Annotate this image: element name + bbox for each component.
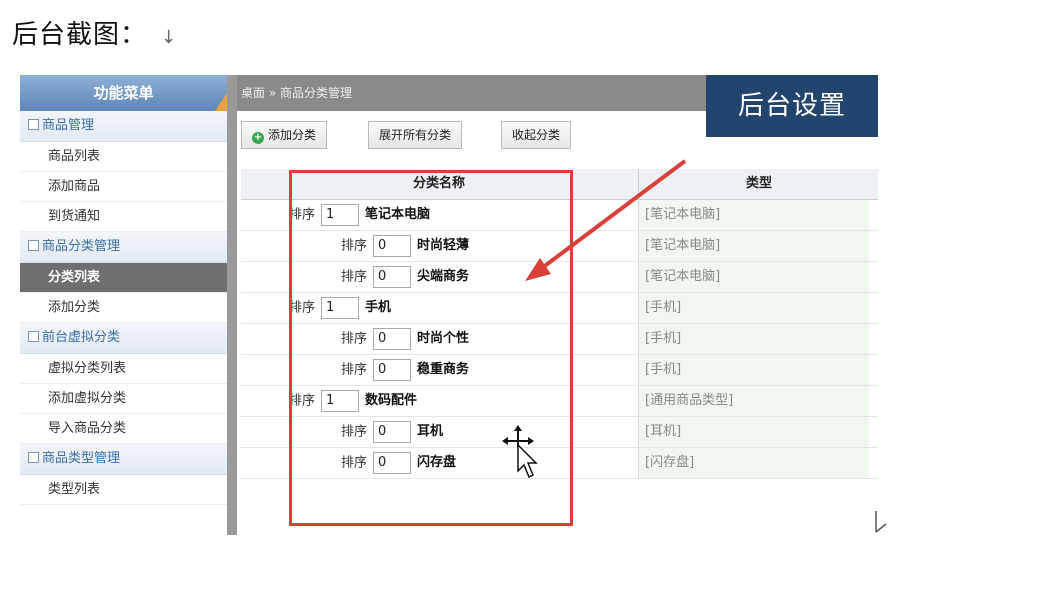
move-cursor-icon [502,425,538,479]
down-arrow-icon: ↓ [161,27,178,48]
document-heading: 后台截图： ↓ [12,14,177,51]
admin-screenshot: 功能菜单 商品管理 商品列表 添加商品 到货通知 商品分类管理 分类列表 添加分类 前台虚拟分… [20,75,878,535]
text-cursor-icon [875,511,887,533]
annotation-arrow-icon [525,159,687,281]
heading-text: 后台截图： [12,20,148,50]
